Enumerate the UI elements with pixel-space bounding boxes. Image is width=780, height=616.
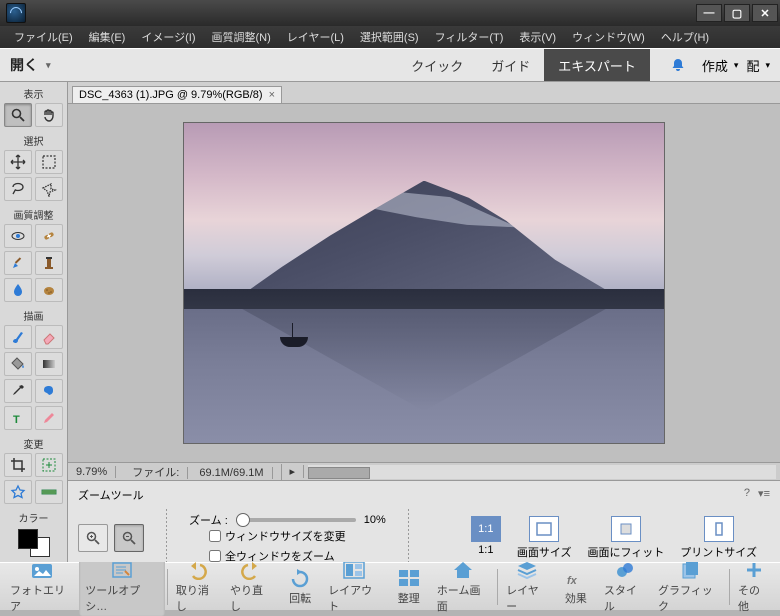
crop-tool[interactable] bbox=[4, 453, 32, 477]
maximize-button[interactable]: ▢ bbox=[724, 4, 750, 22]
mode-expert[interactable]: エキスパート bbox=[544, 49, 650, 81]
tool-header-draw: 描画 bbox=[24, 308, 44, 323]
zoom-slider[interactable] bbox=[236, 518, 356, 522]
share-button[interactable]: 配 bbox=[746, 56, 770, 75]
effects-button[interactable]: fx効果 bbox=[554, 565, 598, 608]
status-arrow-icon[interactable]: ▸ bbox=[282, 465, 305, 478]
tool-header-color: カラー bbox=[19, 510, 49, 525]
notification-bell-icon[interactable] bbox=[670, 57, 686, 73]
photo-canvas bbox=[184, 123, 664, 443]
tool-options-panel: ? ▾≡ ズームツール ズーム : 10% ウィンドウサイズを変 bbox=[68, 480, 780, 562]
zoom-slider-thumb[interactable] bbox=[236, 513, 250, 527]
eyedropper-tool[interactable] bbox=[4, 379, 32, 403]
menu-image[interactable]: イメージ(I) bbox=[133, 29, 203, 45]
mode-quick[interactable]: クイック bbox=[397, 49, 477, 81]
tool-header-view: 表示 bbox=[24, 86, 44, 101]
document-tab-label: DSC_4363 (1).JPG @ 9.79%(RGB/8) bbox=[79, 89, 263, 101]
mode-guide[interactable]: ガイド bbox=[477, 49, 544, 81]
status-file-label: ファイル: 69.1M/69.1M bbox=[116, 464, 281, 480]
tool-header-modify: 変更 bbox=[24, 436, 44, 451]
spot-heal-tool[interactable] bbox=[35, 224, 63, 248]
menu-layer[interactable]: レイヤー(L) bbox=[279, 29, 352, 45]
recompose-tool[interactable] bbox=[35, 453, 63, 477]
zoom-in-button[interactable] bbox=[78, 524, 108, 552]
menu-help[interactable]: ヘルプ(H) bbox=[653, 29, 717, 45]
sponge-tool[interactable] bbox=[35, 278, 63, 302]
home-button[interactable]: ホーム画面 bbox=[431, 557, 495, 616]
brush-tool[interactable] bbox=[4, 325, 32, 349]
menubar: ファイル(E) 編集(E) イメージ(I) 画質調整(N) レイヤー(L) 選択… bbox=[0, 26, 780, 48]
tool-column: 表示 選択 画質調整 描画 T bbox=[0, 82, 68, 562]
bottom-bar: フォトエリア ツールオプシ… 取り消し やり直し 回転 レイアウト 整理 ホーム… bbox=[0, 562, 780, 610]
tool-header-select: 選択 bbox=[24, 133, 44, 148]
redeye-tool[interactable] bbox=[4, 224, 32, 248]
zoom-percent: 9.79% bbox=[68, 466, 116, 478]
svg-text:T: T bbox=[13, 414, 20, 426]
fit-to-screen-button[interactable]: 画面にフィット bbox=[588, 516, 665, 560]
organize-button[interactable]: 整理 bbox=[387, 565, 431, 608]
marquee-tool[interactable] bbox=[35, 150, 63, 174]
minimize-button[interactable]: — bbox=[696, 4, 722, 22]
smart-brush-tool[interactable] bbox=[4, 251, 32, 275]
fill-tool[interactable] bbox=[4, 352, 32, 376]
styles-button[interactable]: スタイル bbox=[598, 557, 652, 616]
rotate-button[interactable]: 回転 bbox=[278, 565, 322, 608]
menu-adjust[interactable]: 画質調整(N) bbox=[204, 29, 279, 45]
zoom-tool[interactable] bbox=[4, 103, 32, 127]
tool-options-button[interactable]: ツールオプシ… bbox=[79, 557, 165, 616]
zoom-all-windows-checkbox[interactable]: 全ウィンドウをズーム bbox=[209, 548, 386, 562]
blur-tool[interactable] bbox=[4, 278, 32, 302]
close-button[interactable]: ✕ bbox=[752, 4, 778, 22]
color-swatches[interactable] bbox=[18, 529, 50, 557]
lasso-tool[interactable] bbox=[4, 177, 32, 201]
cookie-cutter-tool[interactable] bbox=[4, 480, 32, 504]
clone-stamp-tool[interactable] bbox=[35, 251, 63, 275]
open-button[interactable]: 開く bbox=[10, 55, 51, 75]
pencil-tool[interactable] bbox=[35, 406, 63, 430]
zoom-slider-label: ズーム : bbox=[189, 512, 228, 528]
document-tab[interactable]: DSC_4363 (1).JPG @ 9.79%(RGB/8) × bbox=[72, 86, 282, 103]
horizontal-scrollbar[interactable] bbox=[308, 465, 776, 479]
app-icon bbox=[6, 3, 26, 23]
menu-select[interactable]: 選択範囲(S) bbox=[352, 29, 427, 45]
layers-button[interactable]: レイヤー bbox=[500, 557, 554, 616]
resize-window-checkbox[interactable]: ウィンドウサイズを変更 bbox=[209, 528, 386, 544]
more-button[interactable]: その他 bbox=[732, 557, 776, 616]
hand-tool[interactable] bbox=[35, 103, 63, 127]
menu-view[interactable]: 表示(V) bbox=[511, 29, 564, 45]
gradient-tool[interactable] bbox=[35, 352, 63, 376]
undo-button[interactable]: 取り消し bbox=[170, 557, 224, 616]
close-tab-icon[interactable]: × bbox=[269, 89, 275, 101]
move-tool[interactable] bbox=[4, 150, 32, 174]
panel-menu-icon[interactable]: ▾≡ bbox=[758, 487, 770, 500]
fit-1to1-button[interactable]: 1:11:1 bbox=[471, 516, 501, 560]
zoom-slider-value: 10% bbox=[364, 514, 386, 526]
quick-select-tool[interactable] bbox=[35, 177, 63, 201]
layout-button[interactable]: レイアウト bbox=[322, 557, 387, 616]
menu-edit[interactable]: 編集(E) bbox=[81, 29, 134, 45]
straighten-tool[interactable] bbox=[35, 480, 63, 504]
print-size-button[interactable]: プリントサイズ bbox=[680, 516, 757, 560]
menu-filter[interactable]: フィルター(T) bbox=[427, 29, 512, 45]
svg-text:fx: fx bbox=[567, 575, 578, 587]
shape-tool[interactable] bbox=[35, 379, 63, 403]
canvas-viewport[interactable] bbox=[68, 104, 780, 462]
foreground-color-swatch[interactable] bbox=[18, 529, 38, 549]
zoom-out-button[interactable] bbox=[114, 524, 144, 552]
menu-file[interactable]: ファイル(E) bbox=[6, 29, 81, 45]
menu-window[interactable]: ウィンドウ(W) bbox=[564, 29, 653, 45]
text-tool[interactable]: T bbox=[4, 406, 32, 430]
photo-bin-button[interactable]: フォトエリア bbox=[4, 557, 79, 616]
tool-header-adjust: 画質調整 bbox=[14, 207, 54, 222]
eraser-tool[interactable] bbox=[35, 325, 63, 349]
fit-screen-button[interactable]: 画面サイズ bbox=[517, 516, 572, 560]
help-icon[interactable]: ? bbox=[744, 487, 750, 500]
status-bar: 9.79% ファイル: 69.1M/69.1M ▸ bbox=[68, 462, 780, 480]
create-button[interactable]: 作成 bbox=[702, 56, 739, 75]
options-title: ズームツール bbox=[78, 487, 770, 503]
redo-button[interactable]: やり直し bbox=[224, 557, 278, 616]
graphics-button[interactable]: グラフィック bbox=[652, 557, 727, 616]
